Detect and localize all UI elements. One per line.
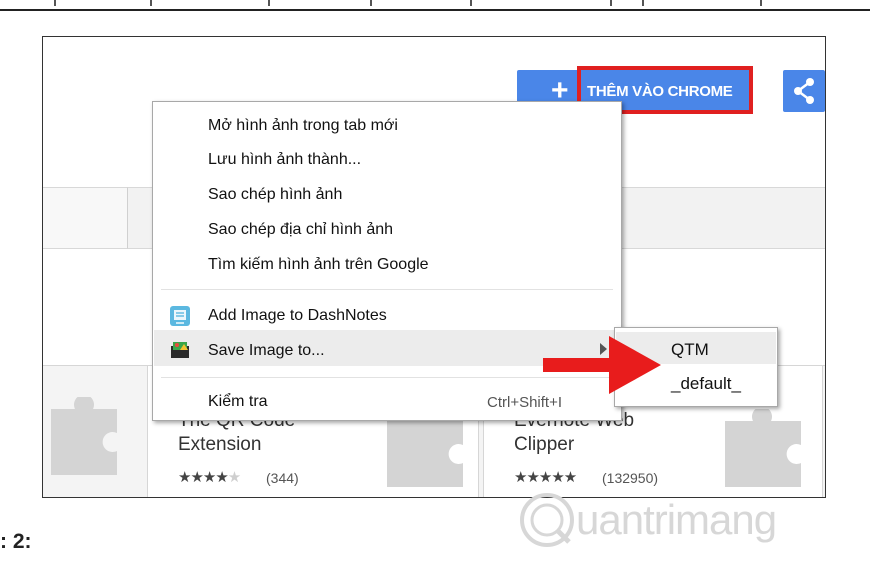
quantrimang-logo-icon (520, 493, 574, 547)
menu-item-save-image-as[interactable]: Lưu hình ảnh thành... (208, 151, 361, 169)
menu-separator (161, 289, 613, 290)
puzzle-icon (387, 409, 463, 487)
share-icon (794, 78, 814, 104)
rating-count: (344) (266, 470, 299, 486)
rating-count: (132950) (602, 470, 659, 486)
menu-item-add-image-dashnotes[interactable]: Add Image to DashNotes (208, 307, 387, 325)
dashnotes-icon (170, 306, 190, 326)
puzzle-icon (51, 397, 117, 475)
step-heading: : 2: (0, 530, 32, 553)
menu-item-search-image-google[interactable]: Tìm kiếm hình ảnh trên Google (208, 256, 429, 274)
top-border-line (0, 9, 870, 11)
rating-stars: ★★★★★ (178, 469, 241, 486)
watermark-text: uantrimang (576, 496, 777, 543)
submenu-item-qtm[interactable]: QTM (671, 340, 709, 360)
card-title-line2: Clipper (514, 434, 575, 455)
menu-item-copy-image[interactable]: Sao chép hình ảnh (208, 186, 342, 204)
share-button[interactable] (783, 70, 825, 112)
menu-item-inspect[interactable]: Kiểm tra (208, 393, 268, 411)
tab-cell[interactable] (43, 187, 128, 249)
menu-item-open-image-new-tab[interactable]: Mở hình ảnh trong tab mới (208, 117, 398, 135)
save-image-icon (171, 342, 189, 358)
rating-stars: ★★★★★ (514, 469, 577, 486)
menu-item-save-image-to[interactable]: Save Image to... (208, 342, 325, 360)
menu-item-copy-image-address[interactable]: Sao chép địa chỉ hình ảnh (208, 221, 393, 239)
puzzle-icon (725, 409, 801, 487)
red-pointer-arrow-icon (543, 336, 661, 394)
card-title-line2: Extension (178, 434, 262, 455)
submenu-item-default[interactable]: _default_ (671, 374, 741, 394)
